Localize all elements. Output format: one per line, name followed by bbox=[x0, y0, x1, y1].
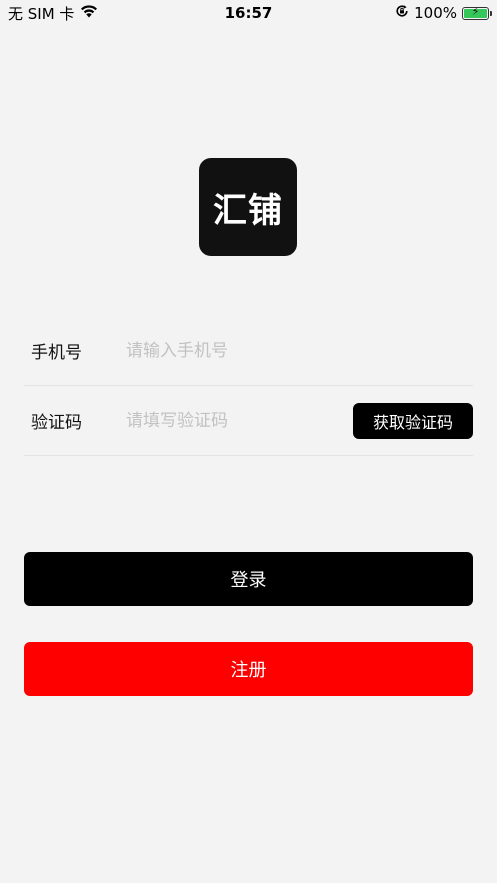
battery-icon: ⚡ bbox=[462, 4, 492, 20]
login-button[interactable]: 登录 bbox=[24, 552, 473, 606]
phone-label: 手机号 bbox=[31, 343, 82, 363]
login-screen: 无 SIM 卡 16:57 100% ⚡ 汇铺 手机号 请输入手机号 验证码 请… bbox=[0, 0, 497, 883]
phone-row: 手机号 bbox=[24, 316, 473, 386]
phone-input[interactable] bbox=[126, 330, 473, 371]
code-row: 验证码 获取验证码 bbox=[24, 386, 473, 456]
code-input[interactable] bbox=[126, 400, 353, 441]
battery-tip bbox=[490, 10, 492, 16]
app-logo: 汇铺 bbox=[199, 158, 297, 256]
status-bar: 无 SIM 卡 16:57 100% ⚡ bbox=[0, 0, 497, 26]
code-label: 验证码 bbox=[31, 413, 82, 433]
register-button[interactable]: 注册 bbox=[24, 642, 473, 696]
charging-bolt-icon: ⚡ bbox=[471, 4, 480, 18]
get-code-button[interactable]: 获取验证码 bbox=[353, 402, 473, 439]
status-time: 16:57 bbox=[224, 4, 273, 22]
